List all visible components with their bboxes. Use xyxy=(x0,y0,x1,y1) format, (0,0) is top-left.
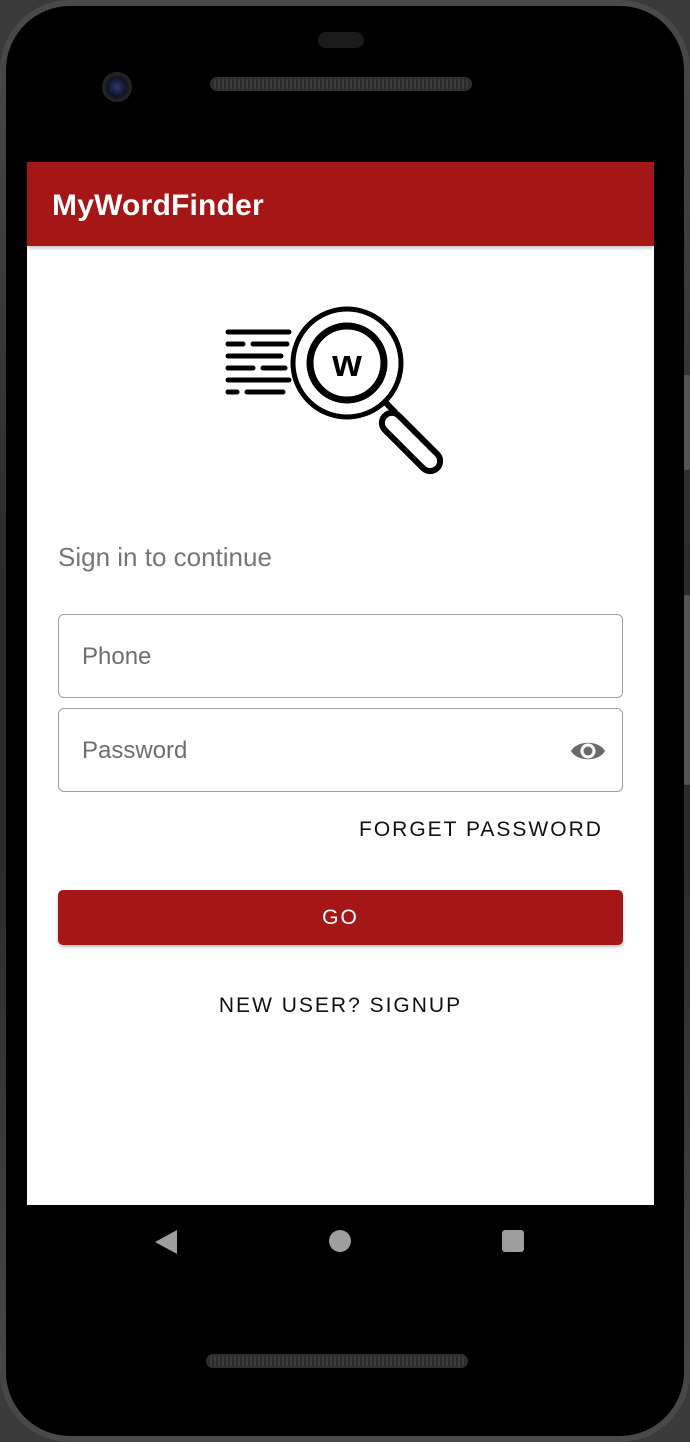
password-placeholder: Password xyxy=(82,737,188,764)
system-nav-bar xyxy=(27,1205,654,1277)
back-triangle-icon[interactable] xyxy=(155,1230,177,1254)
app-title: MyWordFinder xyxy=(52,189,264,222)
word-search-magnifier-icon: w xyxy=(225,306,444,475)
app-bar: MyWordFinder xyxy=(27,162,654,246)
earpiece-speaker xyxy=(210,77,472,91)
password-field[interactable]: Password xyxy=(58,708,623,792)
volume-rocker xyxy=(684,595,690,785)
home-circle-icon[interactable] xyxy=(329,1230,351,1252)
forget-password-button[interactable]: FORGET PASSWORD xyxy=(359,818,603,842)
go-button[interactable]: GO xyxy=(58,890,623,945)
bottom-speaker xyxy=(206,1354,468,1368)
phone-placeholder: Phone xyxy=(82,643,152,670)
visibility-eye-icon[interactable] xyxy=(570,735,606,767)
front-camera xyxy=(102,72,132,102)
recents-square-icon[interactable] xyxy=(502,1230,524,1252)
logo-letter: w xyxy=(331,343,362,385)
signin-subtitle: Sign in to continue xyxy=(58,542,272,572)
power-button xyxy=(684,375,690,470)
signup-button[interactable]: NEW USER? SIGNUP xyxy=(27,994,654,1018)
phone-frame: MyWordFinder w Sign in to continue Phone… xyxy=(0,0,690,1442)
app-screen: MyWordFinder w Sign in to continue Phone… xyxy=(27,162,654,1205)
phone-field[interactable]: Phone xyxy=(58,614,623,698)
sensor-notch xyxy=(318,32,364,48)
